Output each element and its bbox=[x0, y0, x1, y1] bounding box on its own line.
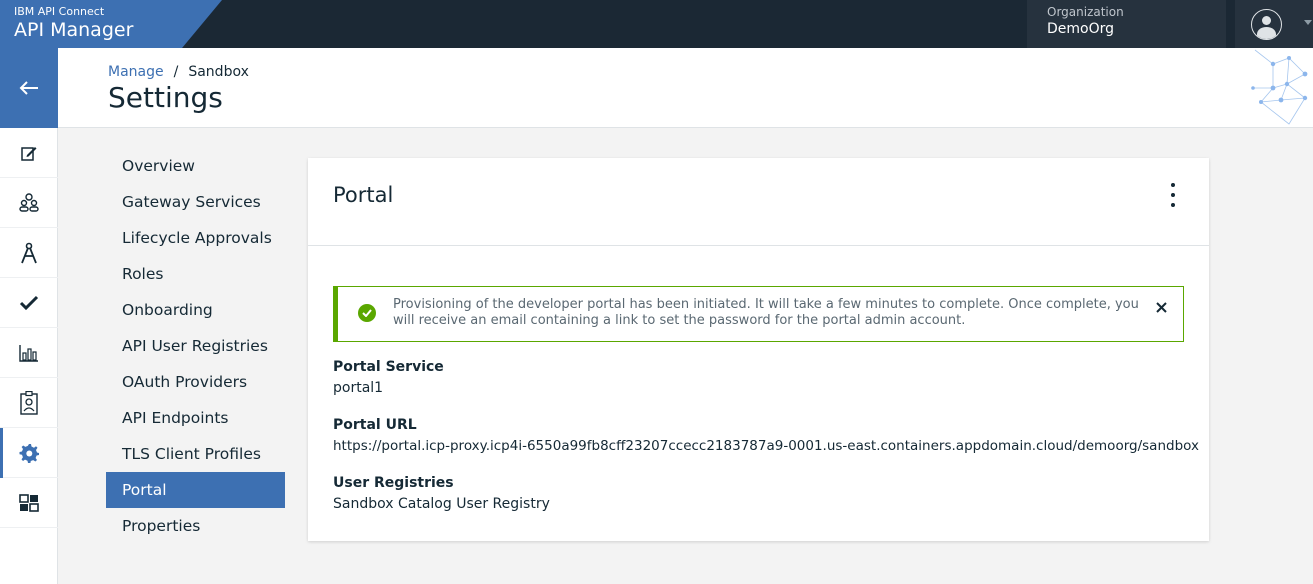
menu-item-oauth-providers[interactable]: OAuth Providers bbox=[106, 364, 285, 400]
menu-item-tls-client-profiles[interactable]: TLS Client Profiles bbox=[106, 436, 285, 472]
breadcrumb-manage-link[interactable]: Manage bbox=[108, 64, 164, 80]
nav-community[interactable] bbox=[0, 178, 58, 228]
nav-analytics[interactable] bbox=[0, 328, 58, 378]
top-bar: IBM API Connect API Manager Organization… bbox=[0, 0, 1313, 48]
left-navigation bbox=[0, 48, 58, 584]
member-badge-icon bbox=[20, 390, 38, 415]
menu-item-gateway-services[interactable]: Gateway Services bbox=[106, 184, 285, 220]
user-avatar-icon bbox=[1251, 9, 1282, 40]
page-header: Manage / Sandbox Settings bbox=[58, 48, 1313, 128]
organization-label: Organization bbox=[1047, 5, 1124, 19]
notification-message: Provisioning of the developer portal has… bbox=[393, 297, 1139, 328]
menu-item-properties[interactable]: Properties bbox=[106, 508, 285, 544]
breadcrumb: Manage / Sandbox bbox=[108, 64, 249, 80]
menu-item-portal[interactable]: Portal bbox=[106, 472, 285, 508]
nav-members[interactable] bbox=[0, 378, 58, 428]
nav-develop[interactable] bbox=[0, 128, 58, 178]
nav-design[interactable] bbox=[0, 228, 58, 278]
menu-item-onboarding[interactable]: Onboarding bbox=[106, 292, 285, 328]
portal-card: Portal Provisioning of the developer por… bbox=[308, 158, 1209, 541]
analytics-icon bbox=[19, 344, 38, 362]
success-notification: Provisioning of the developer portal has… bbox=[333, 286, 1184, 342]
app-title: API Manager bbox=[14, 19, 134, 41]
card-title: Portal bbox=[333, 183, 394, 207]
portal-url-value: https://portal.icp-proxy.icp4i-6550a99fb… bbox=[333, 438, 1199, 454]
brand-area[interactable]: IBM API Connect API Manager bbox=[0, 0, 222, 48]
menu-item-roles[interactable]: Roles bbox=[106, 256, 285, 292]
checkmark-icon bbox=[19, 295, 39, 310]
user-registries-label: User Registries bbox=[333, 475, 454, 491]
back-button[interactable] bbox=[0, 48, 58, 128]
portal-service-label: Portal Service bbox=[333, 359, 444, 375]
network-decoration-icon bbox=[1251, 49, 1308, 125]
dashboard-grid-icon bbox=[19, 493, 39, 512]
menu-item-api-endpoints[interactable]: API Endpoints bbox=[106, 400, 285, 436]
menu-item-api-user-registries[interactable]: API User Registries bbox=[106, 328, 285, 364]
overflow-menu-icon[interactable] bbox=[1166, 183, 1180, 207]
organization-value: DemoOrg bbox=[1047, 21, 1115, 37]
close-icon[interactable] bbox=[1153, 299, 1169, 315]
success-check-icon bbox=[358, 304, 376, 322]
settings-menu: Overview Gateway Services Lifecycle Appr… bbox=[106, 148, 285, 544]
user-profile-button[interactable] bbox=[1235, 0, 1313, 48]
nav-approvals[interactable] bbox=[0, 278, 58, 328]
settings-gear-icon bbox=[19, 443, 39, 463]
page-title: Settings bbox=[108, 81, 223, 114]
portal-url-label: Portal URL bbox=[333, 417, 417, 433]
user-registries-value: Sandbox Catalog User Registry bbox=[333, 496, 550, 512]
edit-icon bbox=[21, 146, 37, 161]
compass-icon bbox=[21, 242, 37, 263]
organization-selector[interactable]: Organization DemoOrg bbox=[1027, 0, 1226, 48]
portal-service-value: portal1 bbox=[333, 380, 384, 396]
chevron-down-icon bbox=[1304, 20, 1312, 25]
nav-dashboard[interactable] bbox=[0, 478, 58, 528]
product-name: IBM API Connect bbox=[14, 5, 105, 18]
nav-settings[interactable] bbox=[0, 428, 58, 478]
breadcrumb-separator: / bbox=[173, 64, 179, 80]
community-icon bbox=[19, 192, 39, 212]
menu-item-overview[interactable]: Overview bbox=[106, 148, 285, 184]
breadcrumb-current: Sandbox bbox=[188, 64, 249, 80]
back-arrow-icon bbox=[19, 81, 38, 95]
menu-item-lifecycle-approvals[interactable]: Lifecycle Approvals bbox=[106, 220, 285, 256]
divider bbox=[308, 245, 1209, 246]
